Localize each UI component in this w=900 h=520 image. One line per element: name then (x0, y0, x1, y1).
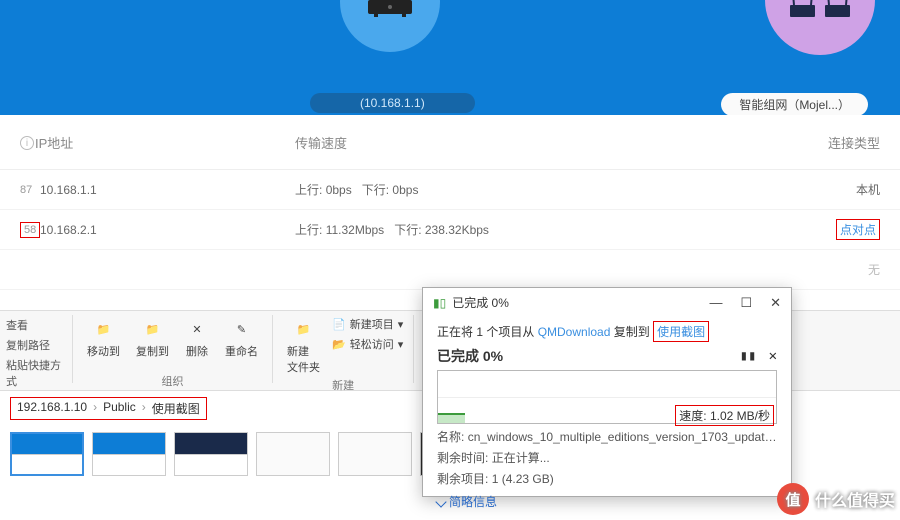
rename-icon: ✎ (230, 317, 254, 341)
file-name-row: 名称: cn_windows_10_multiple_editions_vers… (437, 428, 777, 445)
copy-path-label[interactable]: 复制路径 (6, 337, 64, 353)
minimize-button[interactable]: — (709, 295, 722, 311)
thumbnail[interactable] (338, 432, 412, 476)
time-remaining-row: 剩余时间: 正在计算... (437, 449, 777, 466)
thumbnail[interactable] (174, 432, 248, 476)
chevron-right-icon: › (142, 400, 146, 417)
watermark-icon: 值 (777, 483, 809, 515)
network-banner: (10.168.1.1) 智能组网（Mojel...） (0, 0, 900, 115)
thumbnail[interactable] (92, 432, 166, 476)
thumbnail[interactable] (256, 432, 330, 476)
maximize-button[interactable]: ☐ (740, 295, 752, 311)
progress-icon: ▮▯ (433, 296, 446, 310)
cell-conn: 点对点 (810, 219, 880, 240)
view-label[interactable]: 查看 (6, 317, 64, 333)
folder-icon: 📁 (292, 317, 316, 341)
copy-icon: 📁 (141, 317, 165, 341)
header-ip: IP地址 (35, 133, 295, 152)
group-new: 📁新建 文件夹 📄新建项目 ▾ 📂轻松访问 ▾ 新建 (275, 313, 411, 391)
table-row[interactable]: 无 (0, 250, 900, 290)
move-icon: 📁 (92, 317, 116, 341)
progress-title: 已完成 0% (437, 346, 503, 366)
cell-ip: 10.168.2.1 (40, 223, 295, 237)
cell-speed: 上行: 11.32Mbps 下行: 238.32Kbps (295, 221, 810, 238)
cell-conn: 无 (810, 261, 880, 278)
table-row[interactable]: 58 10.168.2.1 上行: 11.32Mbps 下行: 238.32Kb… (0, 210, 900, 250)
source-link[interactable]: QMDownload (538, 325, 611, 339)
details-toggle[interactable]: 简略信息 (437, 493, 777, 510)
info-icon[interactable]: i (20, 136, 34, 150)
dialog-title: 已完成 0% (452, 294, 509, 311)
copy-source-line: 正在将 1 个项目从 QMDownload 复制到 使用截图 (437, 321, 777, 342)
easy-access-icon: 📂 (332, 338, 346, 351)
delete-icon: ✕ (185, 317, 209, 341)
watermark: 值 什么值得买 (777, 483, 895, 515)
table-row[interactable]: 87 10.168.1.1 上行: 0bps 下行: 0bps 本机 (0, 170, 900, 210)
table-header: i IP地址 传输速度 连接类型 (0, 115, 900, 170)
copy-progress-dialog: ▮▯ 已完成 0% — ☐ ✕ 正在将 1 个项目从 QMDownload 复制… (422, 287, 792, 497)
network-bubble[interactable]: 智能组网（Mojel...） (721, 93, 868, 115)
remote-device-icon (765, 0, 875, 55)
delete-button[interactable]: ✕删除 (179, 315, 215, 361)
move-to-button[interactable]: 📁移动到 (81, 315, 126, 361)
router-device-icon (340, 0, 440, 52)
crumb[interactable]: 使用截图 (152, 400, 200, 417)
crumb[interactable]: 192.168.1.10 (17, 400, 87, 417)
header-speed: 传输速度 (295, 133, 810, 152)
paste-shortcut-label[interactable]: 粘贴快捷方式 (6, 357, 64, 389)
cell-ip: 10.168.1.1 (40, 183, 295, 197)
speed-graph: 速度: 1.02 MB/秒 (437, 370, 777, 424)
easy-access-button[interactable]: 📂轻松访问 ▾ (330, 335, 405, 353)
ip-bubble: (10.168.1.1) (310, 93, 475, 113)
connection-table: i IP地址 传输速度 连接类型 87 10.168.1.1 上行: 0bps … (0, 115, 900, 290)
new-folder-button[interactable]: 📁新建 文件夹 (281, 315, 326, 377)
crumb[interactable]: Public (103, 400, 136, 417)
watermark-text: 什么值得买 (815, 487, 895, 511)
row-num: 87 (20, 184, 40, 196)
header-conn: 连接类型 (810, 133, 880, 152)
new-item-icon: 📄 (332, 318, 346, 331)
cell-speed: 上行: 0bps 下行: 0bps (295, 181, 810, 198)
items-remaining-row: 剩余项目: 1 (4.23 GB) (437, 470, 777, 487)
cell-conn: 本机 (810, 181, 880, 198)
copy-to-button[interactable]: 📁复制到 (130, 315, 175, 361)
chevron-right-icon: › (93, 400, 97, 417)
row-num: 58 (20, 222, 40, 238)
chevron-down-icon (435, 496, 446, 507)
thumbnail[interactable] (10, 432, 84, 476)
rename-button[interactable]: ✎重命名 (219, 315, 264, 361)
close-button[interactable]: ✕ (770, 295, 781, 311)
group-organize: 📁移动到 📁复制到 ✕删除 ✎重命名 组织 (75, 313, 270, 391)
pause-button[interactable]: ▮▮ (740, 348, 757, 364)
dest-link[interactable]: 使用截图 (653, 321, 709, 342)
cancel-button[interactable]: ✕ (769, 348, 777, 364)
new-item-button[interactable]: 📄新建项目 ▾ (330, 315, 405, 333)
